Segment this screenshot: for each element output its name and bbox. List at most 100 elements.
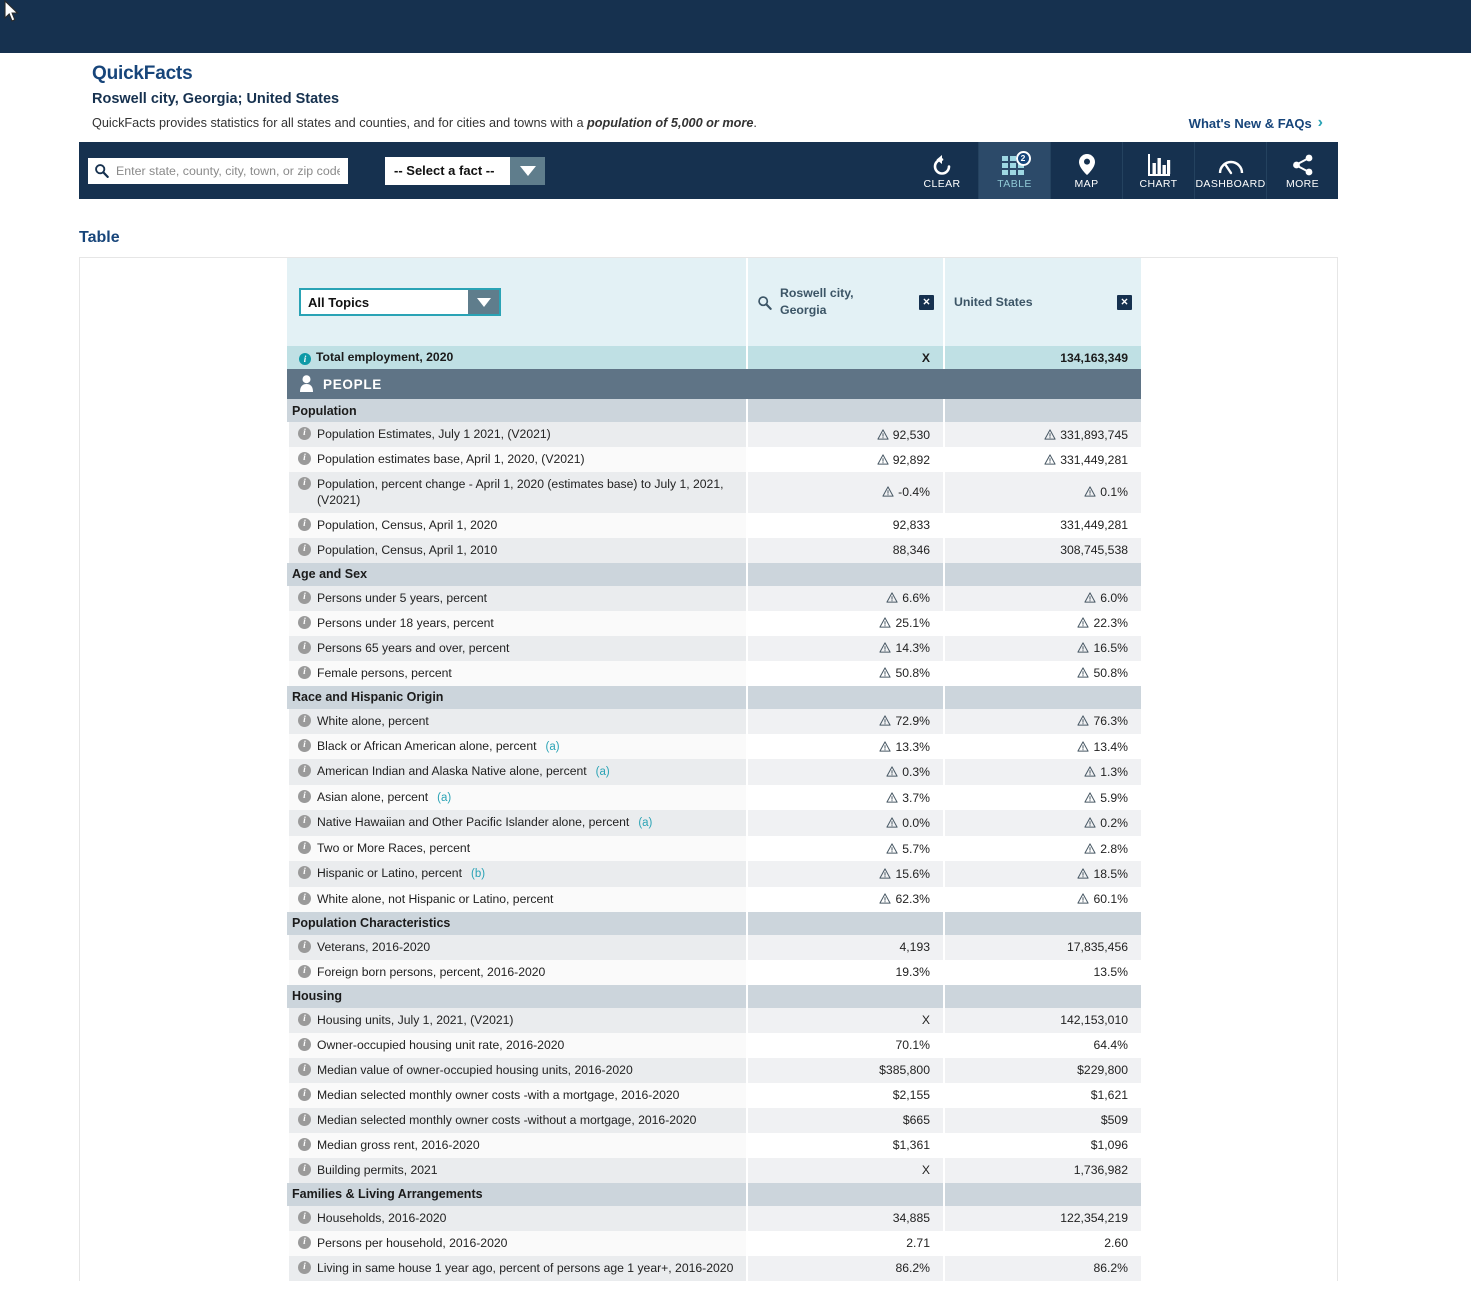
info-icon[interactable]: i xyxy=(298,1162,311,1176)
table-row: i Foreign born persons, percent, 2016-202… xyxy=(285,959,1141,985)
footnote-link[interactable]: (a) xyxy=(638,817,652,829)
info-icon[interactable]: i xyxy=(298,591,311,605)
footnote-link[interactable]: (b) xyxy=(471,868,485,880)
info-icon[interactable]: i xyxy=(298,427,311,441)
row-label: Two or More Races, percent xyxy=(317,841,471,856)
footnote-link[interactable]: (a) xyxy=(437,792,451,804)
row-value-0: 70.1% xyxy=(746,1032,944,1058)
warning-icon xyxy=(879,893,892,904)
row-label-cell: i Persons under 18 years, percent xyxy=(285,610,747,636)
info-icon[interactable]: i xyxy=(298,841,311,855)
row-value-0: -0.4% xyxy=(746,472,944,513)
group-row: Families & Living Arrangements xyxy=(287,1182,1141,1206)
row-value-0: 4,193 xyxy=(746,934,944,960)
row-value-0: 2.71 xyxy=(746,1230,944,1256)
group-spacer xyxy=(943,984,1141,1008)
info-icon[interactable]: i xyxy=(298,1137,311,1151)
row-label-cell: i Housing units, July 1, 2021, (V2021) xyxy=(285,1007,747,1033)
info-icon[interactable]: i xyxy=(298,714,311,728)
info-icon[interactable]: i xyxy=(298,543,311,557)
row-value-1: 2.60 xyxy=(943,1230,1141,1256)
info-icon[interactable]: i xyxy=(299,353,311,365)
row-label: Median gross rent, 2016-2020 xyxy=(317,1137,480,1152)
row-value-0: 86.2% xyxy=(746,1255,944,1281)
footnote-link[interactable]: (a) xyxy=(546,741,560,753)
row-value-1: 22.3% xyxy=(943,610,1141,636)
row-value-0: 13.3% xyxy=(746,733,944,760)
chevron-down-icon[interactable] xyxy=(510,156,545,185)
tab-dashboard[interactable]: DASHBOARD xyxy=(1194,142,1266,199)
total-employment-row: i Total employment, 2020 X 134,163,349 xyxy=(287,346,1141,369)
group-spacer xyxy=(943,399,1141,422)
topic-select-cell: All Topics xyxy=(287,258,747,346)
info-icon[interactable]: i xyxy=(298,518,311,532)
row-value-0: 50.8% xyxy=(746,660,944,686)
top-navy-bar xyxy=(0,0,1471,53)
table-row: i Persons 65 years and over, percent 14.3%… xyxy=(285,635,1141,661)
row-label-cell: i American Indian and Alaska Native alone… xyxy=(285,759,747,785)
search-icon xyxy=(758,295,772,310)
group-spacer xyxy=(943,911,1141,935)
info-icon[interactable]: i xyxy=(298,964,311,978)
tab-map[interactable]: MAP xyxy=(1050,142,1122,199)
info-icon[interactable]: i xyxy=(298,764,311,778)
warning-icon xyxy=(886,817,898,828)
row-label: Median selected monthly owner costs -wit… xyxy=(317,1112,697,1127)
tab-table[interactable]: 2 TABLE xyxy=(978,142,1050,199)
group-spacer xyxy=(746,562,944,586)
close-icon[interactable]: ✕ xyxy=(1117,294,1132,310)
info-icon[interactable]: i xyxy=(298,1260,311,1274)
total-employment-label: i Total employment, 2020 xyxy=(287,346,747,369)
table-row: i Building permits, 2021 X 1,736,982 xyxy=(285,1157,1141,1183)
table-container: All Topics Roswell city, Georgia ✕ United St… xyxy=(79,257,1338,1281)
info-icon[interactable]: i xyxy=(298,891,311,905)
info-icon[interactable]: i xyxy=(298,1210,311,1224)
row-label-cell: i Building permits, 2021 xyxy=(285,1157,747,1183)
group-label: Age and Sex xyxy=(287,562,747,586)
chevron-down-icon[interactable] xyxy=(468,290,499,314)
info-icon[interactable]: i xyxy=(298,1087,311,1101)
mouse-cursor xyxy=(4,0,19,22)
tab-chart[interactable]: CHART xyxy=(1122,142,1194,199)
info-icon[interactable]: i xyxy=(298,666,311,680)
footnote-link[interactable]: (a) xyxy=(596,766,610,778)
info-icon[interactable]: i xyxy=(298,1112,311,1126)
table-row: i Black or African American alone, percen… xyxy=(285,733,1141,760)
info-icon[interactable]: i xyxy=(298,1062,311,1076)
row-value-1: $1,621 xyxy=(943,1082,1141,1108)
tab-label: MAP xyxy=(1074,177,1099,190)
table-row: i Two or More Races, percent 5.7% 2.8% xyxy=(285,836,1141,861)
geography-search-box[interactable] xyxy=(88,157,348,184)
info-icon[interactable]: i xyxy=(298,641,311,655)
info-icon[interactable]: i xyxy=(298,738,311,752)
info-icon[interactable]: i xyxy=(298,1037,311,1051)
info-icon[interactable]: i xyxy=(298,789,311,803)
info-icon[interactable]: i xyxy=(298,815,311,829)
row-value-1: 60.1% xyxy=(943,886,1141,912)
tab-clear[interactable]: CLEAR xyxy=(906,142,978,199)
warning-icon xyxy=(1044,428,1056,440)
group-spacer xyxy=(746,1182,944,1206)
info-icon[interactable]: i xyxy=(298,1235,311,1249)
info-icon[interactable]: i xyxy=(298,1012,311,1026)
info-icon[interactable]: i xyxy=(298,452,311,466)
warning-icon xyxy=(877,453,889,465)
row-label-cell: i Population, percent change - April 1, 2… xyxy=(285,472,747,513)
row-label-cell: i Median selected monthly owner costs -wi… xyxy=(285,1107,747,1133)
page-title: QuickFacts xyxy=(92,63,193,84)
fact-select[interactable]: -- Select a fact -- xyxy=(385,156,545,185)
info-icon[interactable]: i xyxy=(298,939,311,953)
topic-select[interactable]: All Topics xyxy=(299,288,501,316)
info-icon[interactable]: i xyxy=(298,866,311,879)
table-row: i Population, Census, April 1, 2010 88,346… xyxy=(285,537,1141,563)
row-value-1: 18.5% xyxy=(943,861,1141,887)
tab-more[interactable]: MORE xyxy=(1266,142,1338,199)
row-value-1: 331,449,281 xyxy=(943,447,1141,472)
info-icon[interactable]: i xyxy=(298,477,311,490)
row-value-1: 0.1% xyxy=(943,472,1141,513)
info-icon[interactable]: i xyxy=(298,616,311,630)
whats-new-faqs-link[interactable]: What's New & FAQs › xyxy=(1189,115,1323,131)
search-input[interactable] xyxy=(114,162,342,179)
close-icon[interactable]: ✕ xyxy=(919,294,934,310)
table-row: i Living in same house 1 year ago, percen… xyxy=(285,1255,1141,1281)
